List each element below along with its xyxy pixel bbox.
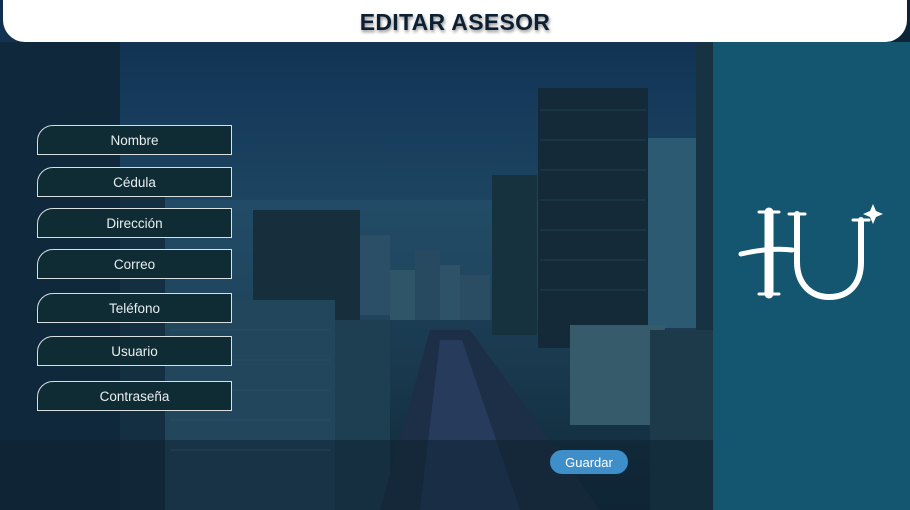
contrasena-input[interactable]: [38, 382, 231, 410]
cedula-input[interactable]: [38, 168, 231, 196]
direccion-field[interactable]: [37, 208, 232, 238]
header-bar: EDITAR ASESOR: [3, 0, 907, 42]
contrasena-field[interactable]: [37, 381, 232, 411]
direccion-input[interactable]: [38, 209, 231, 237]
cedula-field[interactable]: [37, 167, 232, 197]
save-button[interactable]: Guardar: [550, 450, 628, 474]
usuario-input[interactable]: [38, 337, 231, 365]
telefono-input[interactable]: [38, 294, 231, 322]
brand-side-panel: [713, 42, 910, 510]
page-title: EDITAR ASESOR: [359, 9, 551, 35]
nombre-input[interactable]: [38, 126, 231, 154]
telefono-field[interactable]: [37, 293, 232, 323]
correo-input[interactable]: [38, 250, 231, 278]
nombre-field[interactable]: [37, 125, 232, 155]
correo-field[interactable]: [37, 249, 232, 279]
usuario-field[interactable]: [37, 336, 232, 366]
hu-monogram-logo-icon: [738, 204, 883, 301]
